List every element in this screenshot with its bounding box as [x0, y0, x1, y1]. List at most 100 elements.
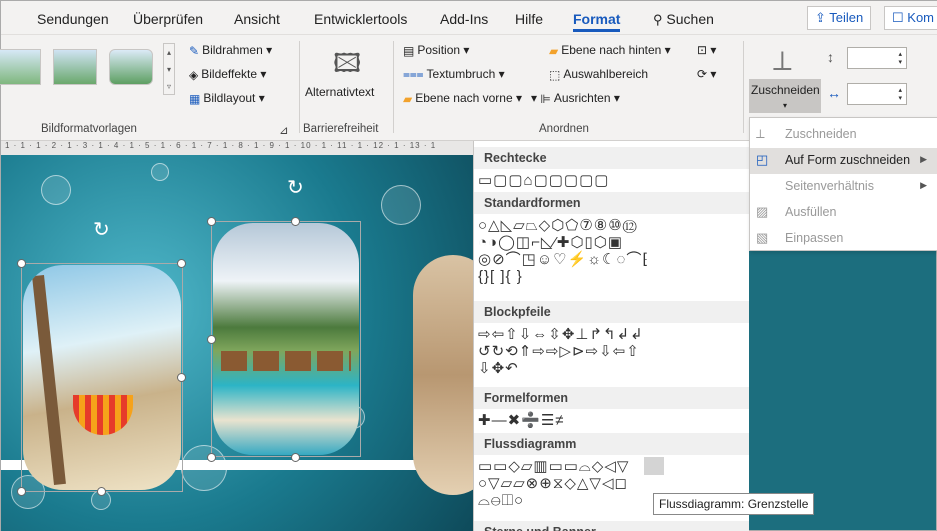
resize-handle[interactable] [17, 487, 26, 496]
bildlayout-button[interactable]: ▦ Bildlayout ▾ [189, 91, 265, 106]
menu-item-ausfuellen[interactable]: ▨ Ausfüllen [750, 200, 937, 226]
search-box[interactable]: ⚲ Suchen [653, 11, 714, 28]
alternativtext-button[interactable]: Alternativtext [305, 85, 374, 99]
crop-dropdown-menu: ⟂ Zuschneiden ◰ Auf Form zuschneiden ▶ Seit… [749, 117, 937, 251]
category-rechtecke: Rechtecke [474, 147, 749, 169]
menu-item-label: Auf Form zuschneiden [785, 153, 911, 167]
shapes-row[interactable]: ◔◑◯◫⌐◺⁄✚⬡▯⬡▣ [478, 234, 623, 251]
resize-handle[interactable] [17, 259, 26, 268]
resize-handle[interactable] [177, 259, 186, 268]
picture-style-1[interactable] [0, 49, 41, 85]
auswahlbereich-label: Auswahlbereich [563, 67, 649, 81]
shapes-row[interactable]: ○△◺▱⏢◇⬡⬠⑦⑧⑩⑫ [478, 217, 638, 234]
shapes-row[interactable]: ⌓⊖◫○ [478, 492, 524, 509]
bildrahmen-label: Bildrahmen [202, 43, 263, 57]
rotate-handle-icon[interactable]: ↻ [287, 175, 304, 200]
menu-item-einpassen[interactable]: ▧ Einpassen [750, 226, 937, 252]
group-label-bildformat: Bildformatvorlagen [41, 123, 137, 135]
resize-handle[interactable] [97, 487, 106, 496]
rotate-button[interactable]: ⟳ ▾ [697, 67, 716, 81]
selection-frame-1 [21, 263, 183, 492]
shapes-row[interactable]: ○▽▱▱⊗⊕⧖◇△▽◁◻ [478, 475, 628, 492]
chevron-right-icon: ▶ [920, 180, 927, 190]
ausrichten-label: Ausrichten [553, 91, 611, 105]
selection-frame-2 [211, 221, 361, 457]
shapes-row[interactable]: ◎⊘⌒◳☺♡⚡☼☾◌⌒⁅ [478, 251, 649, 268]
shapes-row[interactable]: ⇨⇦⇧⇩⇔⇳✥⊥↱↰↲↲ [478, 326, 644, 343]
shapes-row[interactable]: ▭▢▢⌂▢▢▢▢▢ [478, 172, 609, 189]
bring-forward-icon: ▰ [403, 91, 413, 106]
divider [393, 41, 394, 133]
crop-icon: ⟂ [756, 126, 765, 141]
crop-shape-icon: ◰ [756, 152, 769, 167]
alt-text-icon: 🖾 [333, 48, 362, 78]
share-icon: ⇪ [815, 10, 826, 25]
bubble [381, 185, 421, 225]
picture-style-2[interactable] [53, 49, 97, 85]
category-standardformen: Standardformen [474, 192, 749, 214]
search-icon: ⚲ [653, 12, 663, 27]
fill-icon: ▨ [756, 204, 769, 219]
resize-handle[interactable] [207, 335, 216, 344]
comment-icon: ☐ [892, 10, 904, 25]
resize-handle[interactable] [177, 373, 186, 382]
shapes-row[interactable]: ▭▭◇▱▥▭▭⌓◇◁▽ [478, 458, 629, 475]
align-icon: ⊫ [540, 91, 551, 106]
crop-group: ⟂ Zuschneiden ▾ ↕ ▴ ▾ ↔ ▴ ▾ [749, 35, 937, 117]
tab-entwicklertools[interactable]: Entwicklertools [314, 11, 407, 27]
group-label-barriere: Barrierefreiheit [303, 123, 379, 135]
resize-handle[interactable] [291, 217, 300, 226]
divider [299, 41, 300, 133]
group-label-anordnen: Anordnen [539, 123, 589, 135]
share-label: Teilen [829, 10, 864, 25]
bildlayout-label: Bildlayout [203, 91, 256, 105]
zuschneiden-button[interactable]: Zuschneiden ▾ [749, 79, 821, 113]
menu-item-auf-form-zuschneiden[interactable]: ◰ Auf Form zuschneiden ▶ [750, 148, 937, 174]
layout-icon: ▦ [189, 91, 201, 106]
wrap-icon: ⩶ [403, 67, 424, 82]
position-button[interactable]: ▤ Position ▾ [403, 43, 469, 58]
ebene-hinten-button[interactable]: ▰ Ebene nach hinten ▾ [549, 43, 671, 58]
textumbruch-button[interactable]: ⩶ Textumbruch ▾ [403, 67, 505, 82]
menu-item-label: Ausfüllen [785, 205, 837, 219]
tab-hilfe[interactable]: Hilfe [515, 11, 543, 27]
shapes-row[interactable]: ⇩✥↶ [478, 360, 519, 377]
bildeffekte-button[interactable]: ◈ Bildeffekte ▾ [189, 67, 266, 82]
menu-item-zuschneiden[interactable]: ⟂ Zuschneiden [750, 122, 937, 148]
resize-handle[interactable] [207, 453, 216, 462]
resize-handle[interactable] [207, 217, 216, 226]
share-button[interactable]: ⇪ Teilen [807, 6, 872, 30]
menu-item-seitenverhaeltnis[interactable]: Seitenverhältnis ▶ [750, 174, 937, 200]
horizontal-ruler: 1 · 1 · 1 · 2 · 1 · 3 · 1 · 4 · 1 · 5 · … [1, 141, 473, 155]
tab-ueberpruefen[interactable]: Überprüfen [133, 11, 203, 27]
shapes-row[interactable]: ↺↻⟲⇑⇨⇨▷⊳⇨⇩⇦⇧ [478, 343, 640, 360]
auswahlbereich-button[interactable]: ⬚ Auswahlbereich [549, 67, 648, 82]
tab-add-ins[interactable]: Add-Ins [440, 11, 488, 27]
search-label: Suchen [666, 11, 714, 27]
group-button[interactable]: ⊡ ▾ [697, 43, 716, 57]
document-canvas: ↻ ↻ [1, 155, 473, 531]
bubble [41, 175, 71, 205]
comment-button[interactable]: ☐ Kom [884, 6, 937, 30]
shells-picture[interactable] [413, 255, 473, 495]
shapes-row[interactable]: ✚—✖➗☰≠ [478, 412, 565, 429]
rotate-icon: ⟳ [697, 67, 708, 81]
tab-sendungen[interactable]: Sendungen [37, 11, 109, 27]
tab-format[interactable]: Format [573, 11, 621, 32]
bildrahmen-button[interactable]: ✎ Bildrahmen ▾ [189, 43, 272, 58]
dialog-launcher-icon[interactable]: ⊿ [279, 123, 289, 137]
tab-ansicht[interactable]: Ansicht [234, 11, 280, 27]
rotate-handle-icon[interactable]: ↻ [93, 217, 110, 242]
shapes-row[interactable]: {}[ ]{ } [478, 268, 523, 285]
picture-style-3[interactable] [109, 49, 153, 85]
category-sterne-und-banner: Sterne und Banner [474, 521, 749, 531]
ebene-vorne-button[interactable]: ▰ Ebene nach vorne ▾ [403, 91, 522, 106]
category-blockpfeile: Blockpfeile [474, 301, 749, 323]
width-input[interactable]: ▴ ▾ [847, 83, 907, 105]
resize-handle[interactable] [291, 453, 300, 462]
height-input[interactable]: ▴ ▾ [847, 47, 907, 69]
ausrichten-button[interactable]: ▾ ⊫ Ausrichten ▾ [531, 91, 620, 106]
divider [743, 41, 744, 133]
fit-icon: ▧ [756, 230, 769, 245]
styles-scroll[interactable]: ▴ ▾ ▿ [163, 43, 175, 95]
